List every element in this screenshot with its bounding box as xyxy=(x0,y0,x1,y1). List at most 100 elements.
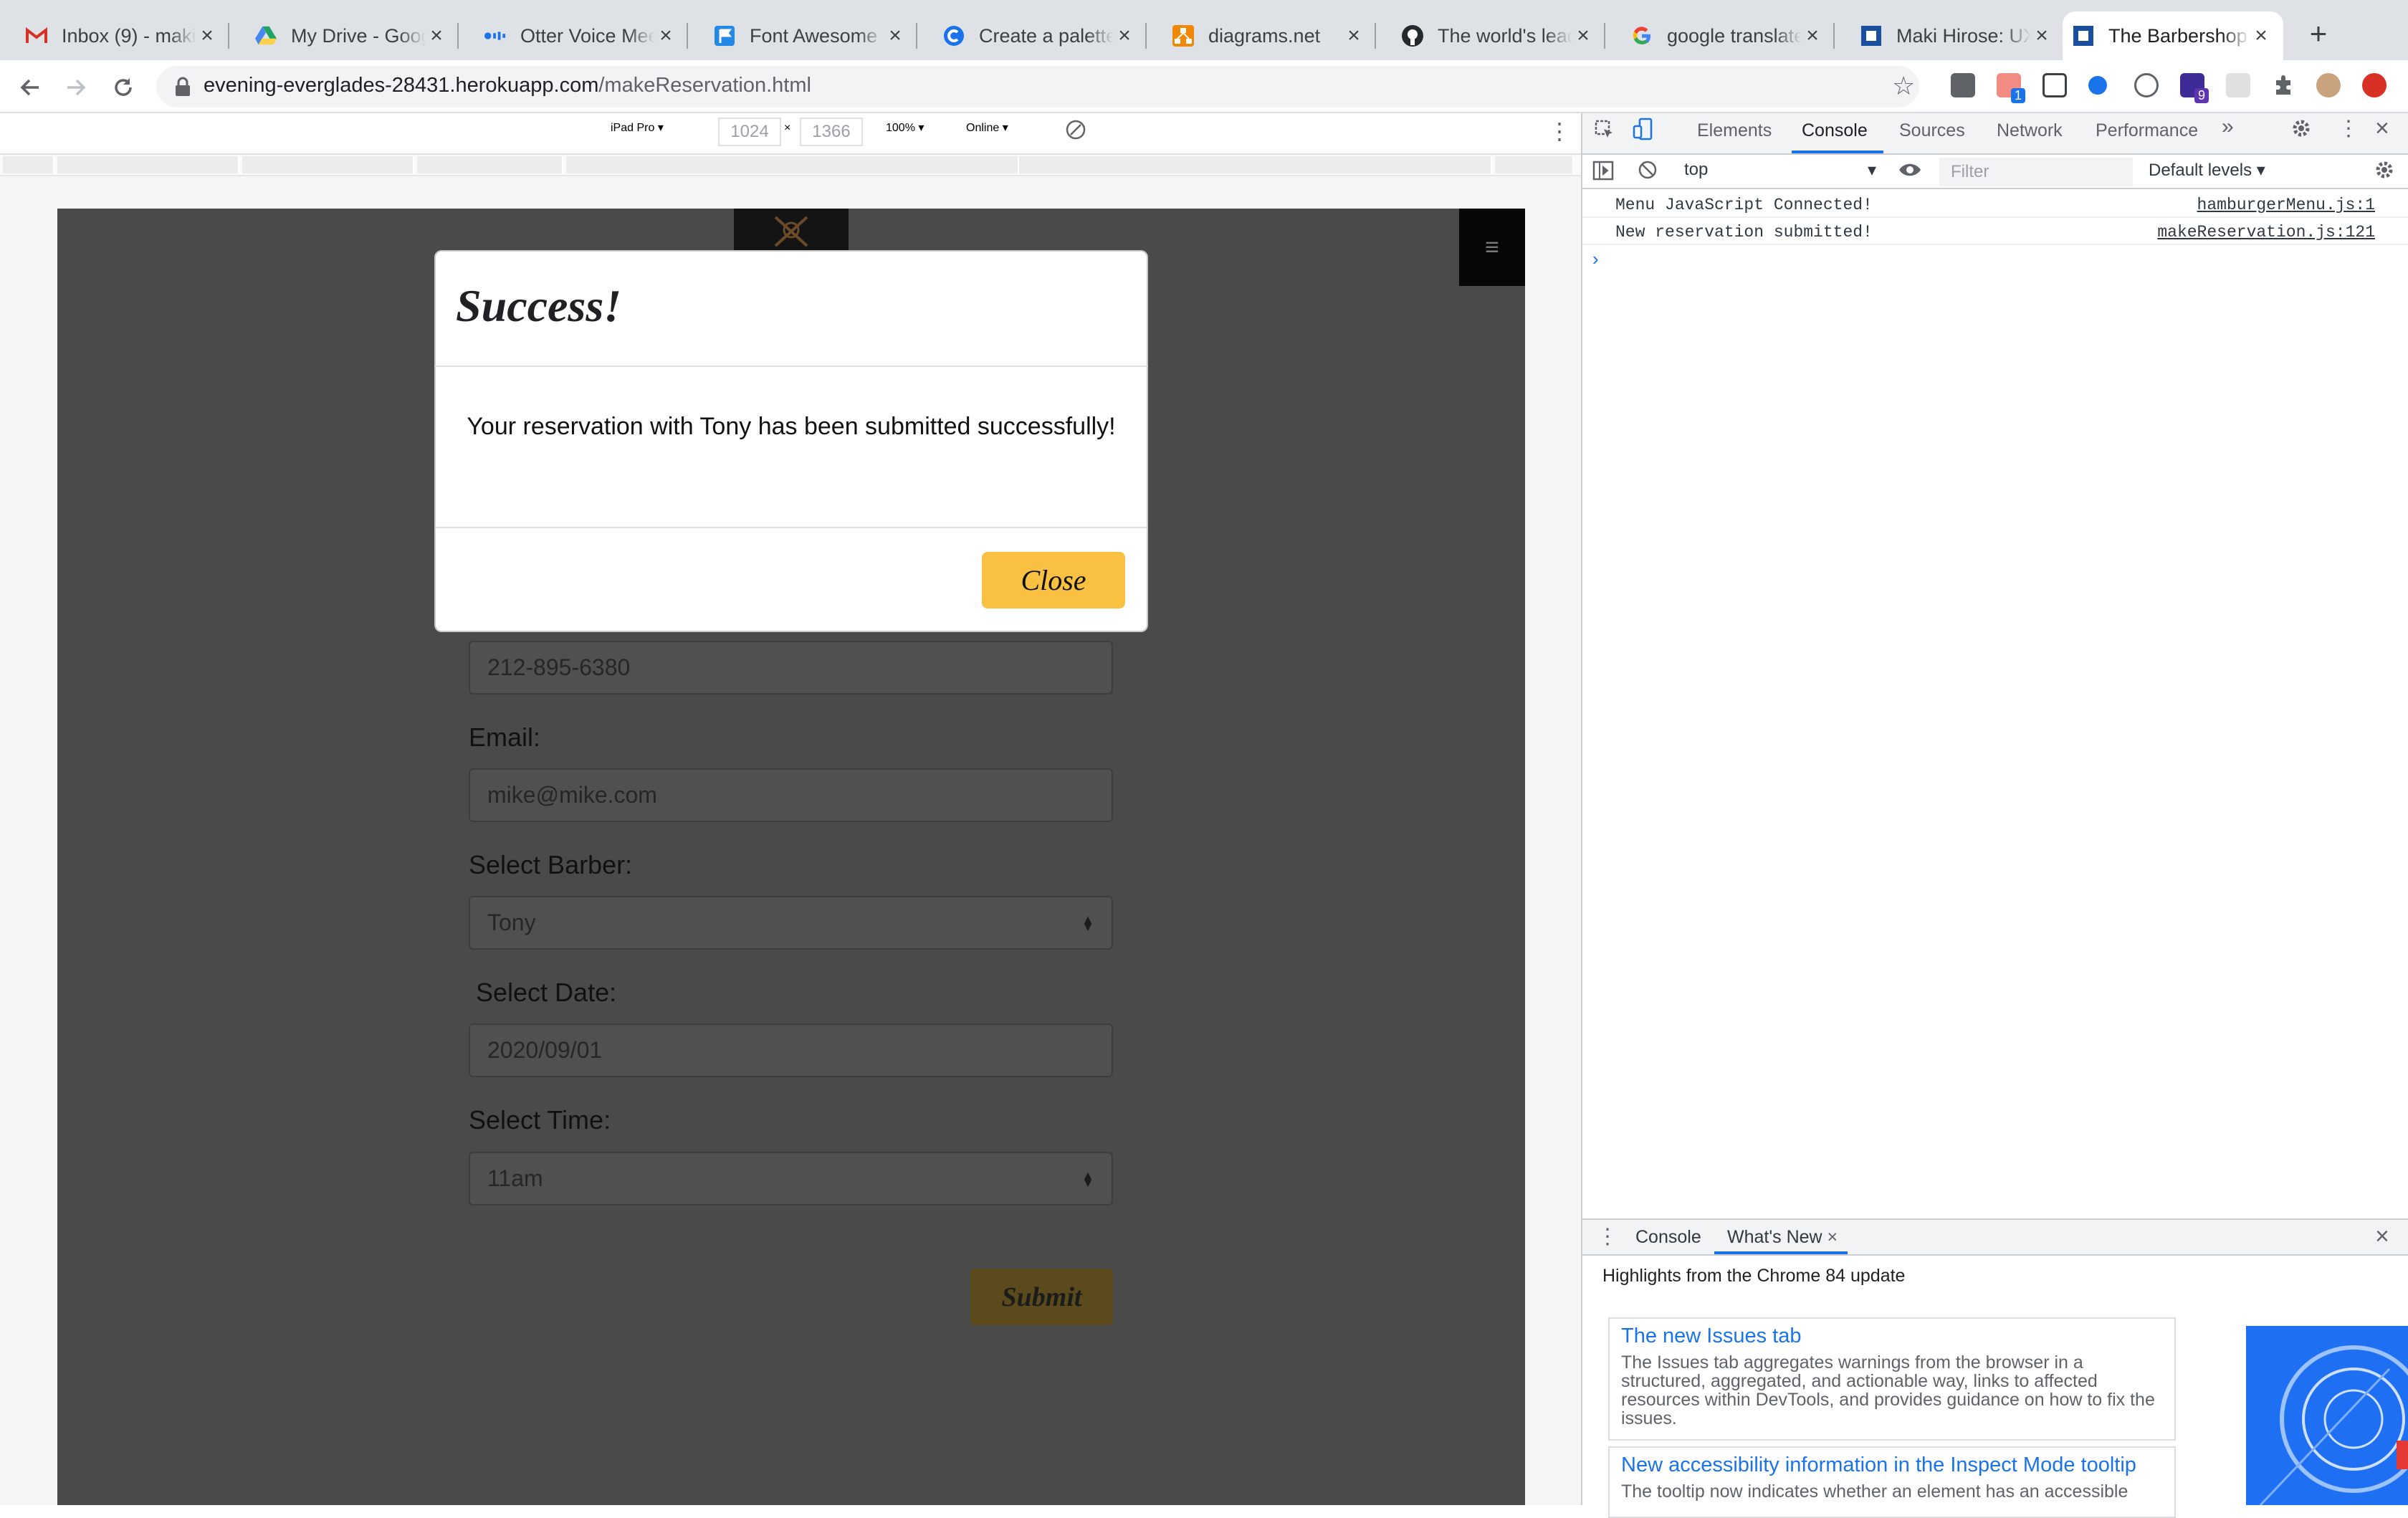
card-title[interactable]: New accessibility information in the Ins… xyxy=(1621,1453,2136,1477)
inspect-element-icon[interactable] xyxy=(1594,119,1615,145)
date-field[interactable]: 2020/09/01 xyxy=(469,1023,1113,1077)
console-settings-gear-icon[interactable] xyxy=(2374,159,2395,186)
whats-new-card[interactable]: New accessibility information in the Ins… xyxy=(1608,1446,2176,1518)
reload-button[interactable] xyxy=(105,69,142,106)
close-tab-icon[interactable]: × xyxy=(655,24,677,47)
eye-icon[interactable] xyxy=(1898,159,1922,186)
network-throttle-select[interactable]: Online ▾ xyxy=(966,120,1008,135)
email-field[interactable]: mike@mike.com xyxy=(469,768,1113,822)
drawer-tab-console[interactable]: Console xyxy=(1635,1227,1701,1248)
close-tab-icon[interactable]: × xyxy=(2250,24,2272,47)
google-icon xyxy=(1631,25,1653,47)
media-query-segment[interactable] xyxy=(1495,156,1574,173)
highlights-heading: Highlights from the Chrome 84 update xyxy=(1602,1266,1906,1286)
card-title[interactable]: The new Issues tab xyxy=(1621,1324,1801,1348)
devtools-tab-sources[interactable]: Sources xyxy=(1899,120,1965,141)
drawer-tab-whats-new[interactable]: What's New × xyxy=(1727,1227,1838,1248)
browser-tab[interactable]: Otter Voice Meeting Notes × xyxy=(459,11,688,60)
close-tab-icon[interactable]: × xyxy=(426,24,447,47)
close-tab-icon[interactable]: × xyxy=(1343,24,1365,47)
back-button[interactable] xyxy=(11,69,49,106)
devtools-tab-performance[interactable]: Performance xyxy=(2096,120,2198,141)
close-devtools-icon[interactable]: × xyxy=(2375,115,2389,143)
device-select[interactable]: iPad Pro ▾ xyxy=(611,120,664,135)
barbershop-logo[interactable] xyxy=(734,209,849,250)
browser-tab[interactable]: Inbox (9) - making × xyxy=(0,11,229,60)
browser-tab-active[interactable]: The Barbershop × xyxy=(2063,11,2283,60)
drawer-menu-icon[interactable]: ⋮ xyxy=(1597,1224,1618,1249)
select-caret-icon: ▲ ▼ xyxy=(1081,912,1094,934)
extension-icon[interactable] xyxy=(2226,73,2250,97)
tab-title: google translate xyxy=(1667,24,1802,47)
device-toggle-icon[interactable] xyxy=(1633,118,1654,145)
close-tab-icon[interactable]: × xyxy=(2031,24,2053,47)
media-query-segment[interactable] xyxy=(1019,156,1492,173)
media-query-segment[interactable] xyxy=(57,156,239,173)
screenshot-extension-icon[interactable] xyxy=(2042,73,2067,97)
console-prompt[interactable]: › xyxy=(1592,248,1599,270)
console-filter-input[interactable]: Filter xyxy=(1939,158,2133,186)
close-drawer-icon[interactable]: × xyxy=(2375,1223,2389,1251)
extension-badge: 9 xyxy=(2194,88,2209,103)
barber-label: Select Barber: xyxy=(469,850,633,879)
media-query-segment[interactable] xyxy=(242,156,414,173)
barber-select[interactable]: Tony ▲ ▼ xyxy=(469,896,1113,950)
extension-icon[interactable] xyxy=(2134,73,2159,97)
extension-icon[interactable]: 9 xyxy=(2180,73,2209,103)
update-icon[interactable] xyxy=(2362,73,2386,97)
chrome-update-illustration xyxy=(2246,1326,2408,1505)
whats-new-card[interactable]: The new Issues tab The Issues tab aggreg… xyxy=(1608,1317,2176,1441)
close-tab-icon[interactable]: × xyxy=(1572,24,1594,47)
puzzle-extensions-icon[interactable] xyxy=(2272,73,2296,97)
device-width-input[interactable]: 1024 xyxy=(718,118,781,146)
device-height-input[interactable]: 1366 xyxy=(800,118,863,146)
browser-tab[interactable]: Font Awesome × xyxy=(688,11,917,60)
drawer-tab-label: What's New xyxy=(1727,1227,1822,1247)
browser-tab[interactable]: Maki Hirose: UX/UI × xyxy=(1835,11,2064,60)
browser-tab[interactable]: diagrams.net × xyxy=(1147,11,1376,60)
card-body: The Issues tab aggregates warnings from … xyxy=(1621,1352,2155,1428)
close-tab-icon[interactable]: × xyxy=(1828,1227,1838,1247)
close-tab-icon[interactable]: × xyxy=(1114,24,1135,47)
extension-icon[interactable] xyxy=(1951,73,1975,97)
phone-field[interactable]: 212-895-6380 xyxy=(469,641,1113,694)
profile-avatar[interactable] xyxy=(2316,73,2341,97)
log-source-link[interactable]: hamburgerMenu.js:1 xyxy=(2197,196,2375,214)
submit-button[interactable]: Submit xyxy=(970,1269,1113,1325)
log-source-link[interactable]: makeReservation.js:121 xyxy=(2157,223,2375,242)
devtools-tab-console[interactable]: Console xyxy=(1802,120,1868,141)
more-vertical-icon[interactable]: ⋮ xyxy=(2338,116,2359,141)
devtools-tab-elements[interactable]: Elements xyxy=(1697,120,1772,141)
browser-tab[interactable]: Create a palette × xyxy=(917,11,1147,60)
hamburger-menu-icon[interactable]: ≡ xyxy=(1459,209,1525,286)
settings-gear-icon[interactable] xyxy=(2290,118,2312,144)
dimension-times-label: × xyxy=(784,122,791,134)
log-levels-select[interactable]: Default levels ▾ xyxy=(2149,160,2265,181)
more-vertical-icon[interactable]: ⋮ xyxy=(1548,118,1571,145)
sidebar-toggle-icon[interactable] xyxy=(1592,161,1614,186)
close-tab-icon[interactable]: × xyxy=(196,24,218,47)
browser-tab[interactable]: My Drive - Google Drive × xyxy=(229,11,459,60)
browser-tab[interactable]: The world's leading × xyxy=(1376,11,1605,60)
bookmark-star-icon[interactable]: ☆ xyxy=(1892,71,1915,101)
forward-button[interactable] xyxy=(57,69,95,106)
more-tabs-icon[interactable]: » xyxy=(2222,115,2234,139)
browser-tab[interactable]: google translate × xyxy=(1605,11,1835,60)
rotate-icon[interactable] xyxy=(1065,119,1086,144)
media-query-segment[interactable] xyxy=(566,156,1019,173)
media-query-segment[interactable] xyxy=(3,156,54,173)
extension-icon[interactable]: 1 xyxy=(1997,73,2025,103)
media-query-segment[interactable] xyxy=(417,156,563,173)
extension-icon[interactable] xyxy=(2088,76,2107,95)
url-text[interactable]: evening-everglades-28431.herokuapp.com/m… xyxy=(204,74,811,97)
zoom-select[interactable]: 100% ▾ xyxy=(886,120,924,135)
close-button[interactable]: Close xyxy=(982,552,1125,608)
devtools-tab-network[interactable]: Network xyxy=(1997,120,2063,141)
close-tab-icon[interactable]: × xyxy=(884,24,906,47)
context-select[interactable]: top ▾ xyxy=(1684,160,1876,186)
time-select[interactable]: 11am ▲ ▼ xyxy=(469,1152,1113,1206)
lock-icon[interactable] xyxy=(175,76,191,97)
new-tab-button[interactable]: + xyxy=(2300,16,2336,52)
clear-console-icon[interactable] xyxy=(1637,159,1658,186)
close-tab-icon[interactable]: × xyxy=(1802,24,1823,47)
